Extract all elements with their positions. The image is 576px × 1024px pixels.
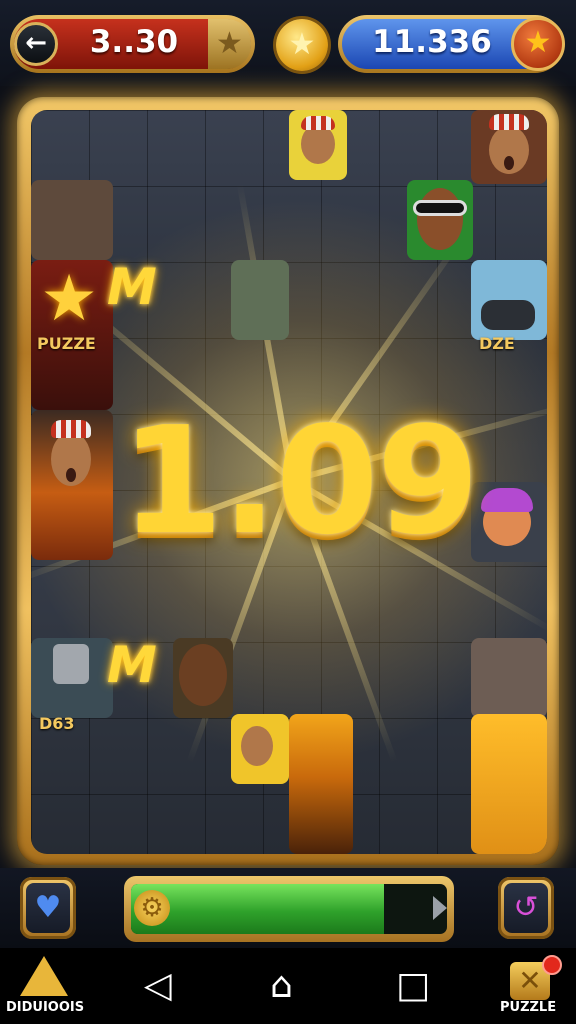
multiplier-tile: M [107, 258, 157, 316]
coin-counter-value: 11.336 [372, 24, 492, 60]
puzzle-piece-character[interactable] [407, 180, 473, 260]
back-arrow-icon: ← [25, 28, 47, 58]
left-counter-value: 3..30 [89, 24, 179, 60]
puzzle-piece-character[interactable] [231, 714, 289, 784]
multiplier-tile: M [107, 636, 157, 694]
tile-label: DZE [479, 334, 515, 353]
gear-icon[interactable]: ⚙ [134, 890, 170, 926]
level-progress-bar [124, 876, 454, 942]
tile-label: D63 [39, 714, 75, 733]
puzzle-piece-character[interactable] [31, 410, 113, 560]
puzzle-piece[interactable] [289, 714, 353, 854]
add-coins-button[interactable]: ★ [511, 17, 565, 71]
gold-star-icon: ★ [40, 262, 98, 336]
puzzle-piece-character[interactable] [31, 638, 113, 718]
hook-icon: ↺ [513, 890, 539, 925]
star-icon: ★ [288, 27, 316, 62]
heart-icon: ♥ [34, 890, 62, 925]
notification-dot [542, 955, 562, 975]
nav-back-icon[interactable]: ◁ [144, 966, 172, 1006]
score-multiplier-display: 1.09 [120, 395, 479, 567]
left-app-label: DIDUIOOIS [6, 1000, 85, 1015]
hook-button[interactable]: ↺ [498, 877, 554, 939]
back-button[interactable]: ← [14, 22, 58, 66]
puzzle-board[interactable]: ★ PUZZE DZE D63 M M 1.09 [31, 110, 547, 854]
heart-button[interactable]: ♥ [20, 877, 76, 939]
star-icon: ★ [216, 26, 243, 61]
center-star-button[interactable]: ★ [276, 19, 328, 71]
pyramid-logo-icon[interactable] [20, 956, 68, 996]
puzzle-piece[interactable] [471, 638, 547, 718]
puzzle-piece-character[interactable] [471, 482, 547, 562]
left-star-tile: ★ [208, 19, 251, 69]
progress-arrow-icon [433, 896, 447, 920]
puzzle-piece[interactable] [31, 180, 113, 260]
puzzle-piece[interactable] [471, 714, 547, 854]
puzzle-piece-character[interactable] [471, 260, 547, 340]
puzzle-piece[interactable] [231, 260, 289, 340]
puzzle-piece-character[interactable] [471, 110, 547, 184]
nav-home-icon[interactable]: ⌂ [270, 966, 293, 1006]
puzzle-piece-character[interactable] [289, 110, 347, 180]
right-app-label: PUZZLE [500, 1000, 557, 1015]
nav-recents-icon[interactable]: □ [396, 966, 430, 1006]
star-icon: ★ [524, 25, 552, 60]
tile-label: PUZZE [37, 334, 96, 353]
puzzle-piece-character[interactable] [173, 638, 233, 718]
